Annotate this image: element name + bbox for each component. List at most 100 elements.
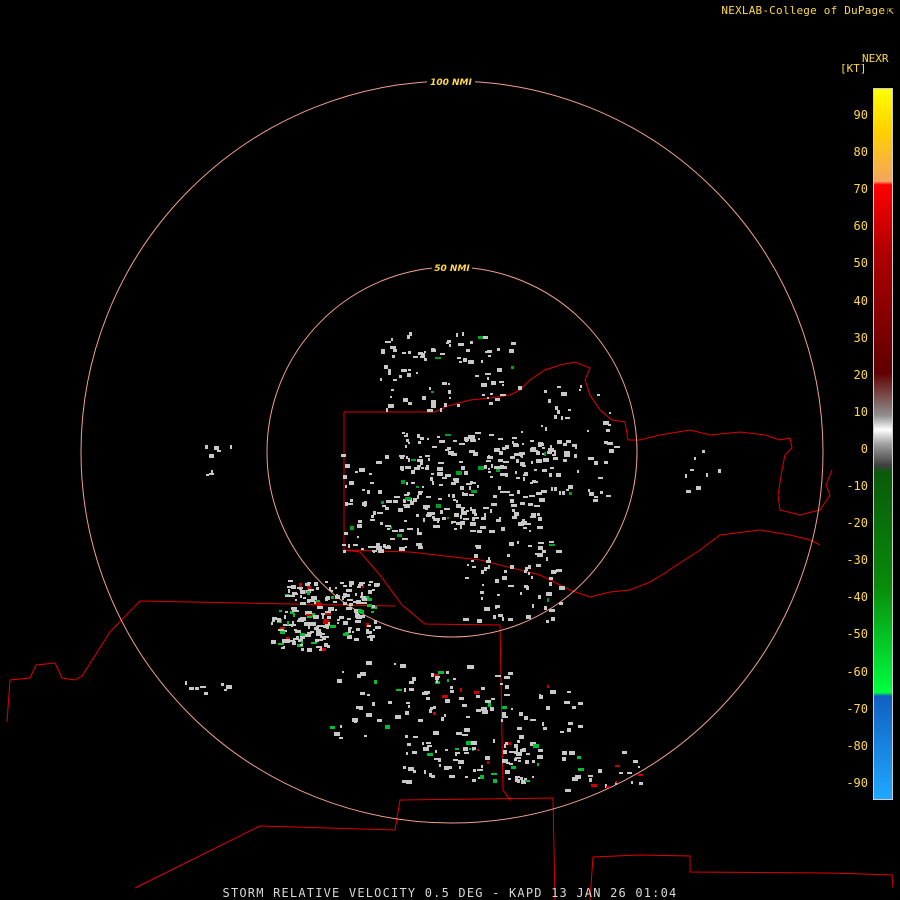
echo-pixel [399,547,405,551]
echo-pixel [444,403,447,407]
external-link-icon: ⇱ [887,4,894,17]
echo-pixel [512,509,515,512]
echo-pixel [488,557,490,560]
echo-pixel [378,549,384,553]
echo-pixel [350,499,353,502]
echo-pixel [514,512,519,516]
echo-pixel [413,736,418,738]
echo-pixel [566,489,569,491]
echo-pixel [538,517,542,521]
echo-pixel [402,352,406,354]
echo-pixel [619,772,623,774]
echo-pixel [528,545,532,547]
echo-pixel [359,706,363,710]
echo-pixel [386,500,392,503]
echo-pixel [343,475,347,479]
echo-pixel [598,769,602,773]
echo-pixel [502,617,504,621]
echo-pixel [322,625,325,627]
echo-pixel [283,646,285,648]
echo-pixel [421,467,424,469]
echo-pixel [277,618,281,622]
echo-pixel [512,441,514,444]
echo-pixel [461,466,465,470]
echo-pixel [490,707,494,711]
echo-pixel [286,637,290,639]
echo-pixel [429,773,432,775]
echo-pixel [508,672,513,675]
echo-pixel [530,440,534,442]
echo-pixel [404,435,406,437]
echo-pixel [462,332,464,336]
echo-pixel [342,598,344,600]
echo-pixel [532,760,535,763]
echo-pixel [457,404,460,407]
echo-pixel [544,390,547,393]
echo-pixel [622,751,627,754]
echo-pixel [393,349,397,351]
echo-pixel [342,544,346,546]
echo-pixel [694,457,696,460]
echo-pixel [549,541,554,543]
echo-pixel [376,461,382,464]
echo-pixel [485,373,491,375]
echo-pixel [555,406,558,410]
echo-pixel [462,734,468,736]
echo-pixel [469,486,471,490]
echo-pixel [445,749,448,751]
echo-pixel [405,445,407,448]
echo-pixel [310,622,316,626]
echo-pixel [430,477,433,481]
echo-pixel [472,779,476,782]
echo-pixel [434,758,439,760]
echo-pixel [392,355,395,358]
echo-pixel [517,541,519,544]
echo-pixel [474,513,477,516]
echo-pixel [406,752,408,755]
echo-pixel [394,663,396,665]
echo-pixel [442,477,447,479]
echo-pixel [401,369,407,372]
echo-pixel [317,640,319,642]
echo-pixel [433,731,439,735]
echo-pixel [449,344,451,347]
echo-pixel [359,468,365,472]
echo-pixel [384,365,388,369]
legend-tick-label: -90 [846,775,868,790]
echo-pixel [449,775,455,778]
echo-pixel [339,737,343,739]
echo-pixel [530,516,536,518]
echo-pixel [409,688,414,691]
echo-pixel [329,587,331,591]
credit-link[interactable]: NEXLAB-College of DuPage ⇱ [721,4,894,17]
echo-pixel [686,490,691,493]
echo-pixel [356,706,359,709]
echo-pixel [382,505,386,507]
echo-pixel [340,725,342,728]
echo-pixel [494,448,500,452]
echo-pixel [359,582,365,584]
echo-pixel [292,610,298,612]
echo-pixel [532,776,534,778]
echo-pixel [514,751,516,754]
echo-pixel [520,749,522,753]
echo-pixel [522,748,526,752]
echo-pixel [559,586,565,590]
echo-pixel [563,444,567,446]
echo-pixel [543,458,549,462]
echo-pixel [438,462,444,464]
echo-pixel [300,595,302,598]
echo-pixel [358,609,362,613]
echo-pixel [272,618,275,622]
echo-pixel [562,751,567,755]
echo-pixel [487,397,489,399]
echo-pixel [350,526,354,530]
echo-pixel [538,749,543,752]
echo-pixel [407,335,410,339]
echo-pixel [508,778,511,780]
echo-pixel [501,719,503,722]
echo-pixel [471,741,477,745]
echo-pixel [518,386,522,390]
echo-pixel [271,622,273,625]
echo-pixel [427,409,433,412]
